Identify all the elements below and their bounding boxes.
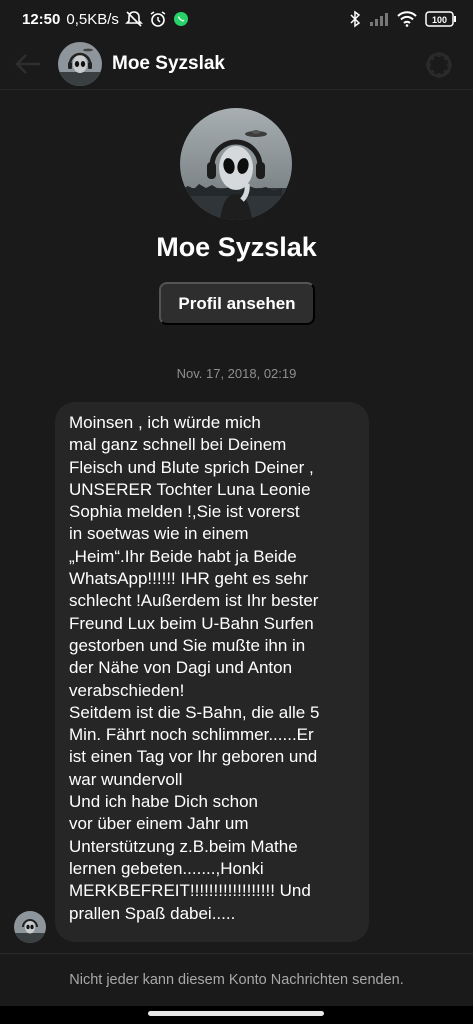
info-button[interactable]	[423, 49, 455, 81]
status-bar: 12:50 0,5KB/s 100	[0, 0, 473, 40]
info-icon	[423, 49, 455, 81]
battery-icon: 100	[425, 11, 457, 27]
message-sender-avatar[interactable]	[14, 911, 46, 943]
profile-avatar[interactable]	[180, 108, 292, 220]
status-speed: 0,5KB/s	[66, 10, 119, 28]
back-arrow-icon	[14, 52, 42, 76]
whatsapp-icon	[173, 11, 189, 27]
signal-icon	[369, 12, 389, 26]
profile-name: Moe Syzslak	[156, 232, 317, 262]
wifi-icon	[397, 11, 417, 27]
footer-divider	[0, 953, 473, 954]
mute-icon	[124, 10, 143, 28]
battery-level: 100	[432, 15, 447, 25]
system-nav-bar	[0, 1006, 473, 1024]
alarm-icon	[149, 10, 167, 28]
view-profile-button[interactable]: Profil ansehen	[159, 282, 315, 325]
home-indicator[interactable]	[148, 1011, 324, 1016]
header-avatar[interactable]	[58, 42, 102, 86]
message-timestamp: Nov. 17, 2018, 02:19	[176, 366, 297, 381]
top-bar: Moe Syzslak	[0, 40, 473, 90]
back-button[interactable]	[14, 52, 42, 76]
header-name[interactable]: Moe Syzslak	[112, 53, 225, 75]
status-left: 12:50 0,5KB/s	[22, 10, 189, 28]
status-time: 12:50	[22, 10, 61, 28]
messaging-restricted-note: Nicht jeder kann diesem Konto Nachrichte…	[69, 972, 404, 988]
status-right: 100	[349, 10, 457, 28]
bluetooth-icon	[349, 10, 361, 28]
message-bubble[interactable]: Moinsen , ich würde mich mal ganz schnel…	[55, 402, 369, 942]
